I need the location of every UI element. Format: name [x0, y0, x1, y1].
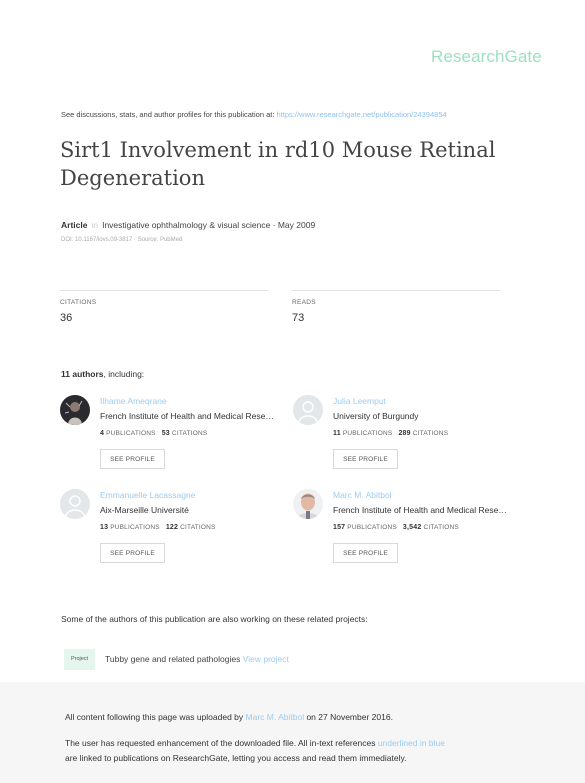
author-publications-count: 11 [333, 430, 341, 437]
author-photo-icon [60, 395, 90, 425]
author-avatar[interactable] [293, 489, 323, 519]
footer-enhancement-note: The user has requested enhancement of th… [65, 736, 445, 766]
see-profile-button[interactable]: SEE PROFILE [333, 543, 398, 563]
author-avatar[interactable] [60, 489, 90, 519]
project-title: Tubby gene and related pathologies View … [105, 654, 289, 664]
footer-note-line3: are linked to publications on ResearchGa… [65, 753, 407, 763]
publications-label: PUBLICATIONS [106, 430, 156, 437]
citations-value: 36 [60, 312, 73, 324]
publications-label: PUBLICATIONS [347, 524, 397, 531]
author-citations-count: 289 [398, 430, 411, 437]
author-institution: French Institute of Health and Medical R… [333, 505, 507, 515]
author-photo-icon [293, 489, 323, 519]
publications-label: PUBLICATIONS [110, 524, 160, 531]
project-name: Tubby gene and related pathologies [105, 654, 243, 664]
view-project-link[interactable]: View project [243, 654, 289, 664]
paper-type: Article [61, 220, 88, 230]
author-stats: 13 PUBLICATIONS 122 CITATIONS [100, 524, 216, 531]
authors-count: 11 authors [61, 369, 104, 379]
author-publications-count: 13 [100, 524, 109, 531]
author-institution: University of Burgundy [333, 411, 419, 421]
footer-upload-post: on 27 November 2016. [304, 712, 393, 722]
citations-label: CITATIONS [423, 524, 459, 531]
footer-upload-pre: All content following this page was uplo… [65, 712, 246, 722]
person-placeholder-icon [293, 395, 323, 425]
underlined-in-blue-link[interactable]: underlined in blue [378, 738, 445, 748]
author-citations-count: 122 [165, 524, 179, 531]
author-institution: Aix-Marseille Université [100, 505, 189, 515]
author-stats: 157 PUBLICATIONS 3,542 CITATIONS [333, 524, 459, 531]
citations-label: CITATIONS [412, 430, 449, 437]
uploader-link[interactable]: Marc M. Abitbol [246, 712, 305, 722]
author-avatar[interactable] [293, 395, 323, 425]
footer: All content following this page was uplo… [0, 682, 585, 783]
reads-label: READS [292, 299, 316, 306]
project-badge: Project [64, 648, 95, 670]
author-name-link[interactable]: Emmanuelle Lacassagne [100, 490, 195, 500]
footer-upload-line: All content following this page was uplo… [65, 712, 393, 722]
citations-label: CITATIONS [60, 299, 97, 306]
author-stats: 4 PUBLICATIONS 53 CITATIONS [100, 430, 207, 437]
author-publications-count: 157 [333, 524, 346, 531]
paper-meta-separator: in [91, 220, 99, 230]
see-profile-button[interactable]: SEE PROFILE [333, 449, 398, 469]
citations-label: CITATIONS [171, 430, 208, 437]
discussion-line: See discussions, stats, and author profi… [61, 110, 447, 119]
reads-value: 73 [292, 312, 305, 324]
reads-stat: READS 73 [292, 290, 500, 324]
see-profile-button[interactable]: SEE PROFILE [100, 543, 165, 563]
authors-heading: 11 authors, including: [61, 369, 144, 379]
footer-note-pre: The user has requested enhancement of th… [65, 738, 378, 748]
authors-suffix: , including: [103, 369, 145, 379]
author-publications-count: 4 [100, 430, 105, 437]
author-name-link[interactable]: Marc M. Abitbol [333, 490, 392, 500]
publication-url-link[interactable]: https://www.researchgate.net/publication… [277, 110, 447, 119]
project-item: Project Tubby gene and related pathologi… [64, 648, 289, 670]
author-institution: French Institute of Health and Medical R… [100, 411, 274, 421]
related-projects-heading: Some of the authors of this publication … [61, 614, 368, 624]
author-avatar[interactable] [60, 395, 90, 425]
author-stats: 11 PUBLICATIONS 289 CITATIONS [333, 430, 448, 437]
discussion-text: See discussions, stats, and author profi… [61, 110, 277, 119]
author-citations-count: 53 [161, 430, 170, 437]
citations-label: CITATIONS [180, 524, 216, 531]
citations-stat: CITATIONS 36 [60, 290, 268, 324]
researchgate-logo[interactable]: ResearchGate [431, 47, 542, 67]
paper-title: Sirt1 Involvement in rd10 Mouse Retinal … [60, 138, 496, 190]
publications-label: PUBLICATIONS [342, 430, 393, 437]
paper-meta: Article in Investigative ophthalmology & v… [61, 220, 315, 230]
author-name-link[interactable]: Ilhame Ameqrane [100, 396, 167, 406]
see-profile-button[interactable]: SEE PROFILE [100, 449, 165, 469]
author-citations-count: 3,542 [402, 524, 422, 531]
author-name-link[interactable]: Julia Leemput [333, 396, 386, 406]
paper-journal: Investigative ophthalmology & visual sci… [102, 220, 316, 230]
person-placeholder-icon [60, 489, 90, 519]
paper-doi: DOI: 10.1167/iovs.09-3817 · Source: PubM… [61, 237, 183, 243]
